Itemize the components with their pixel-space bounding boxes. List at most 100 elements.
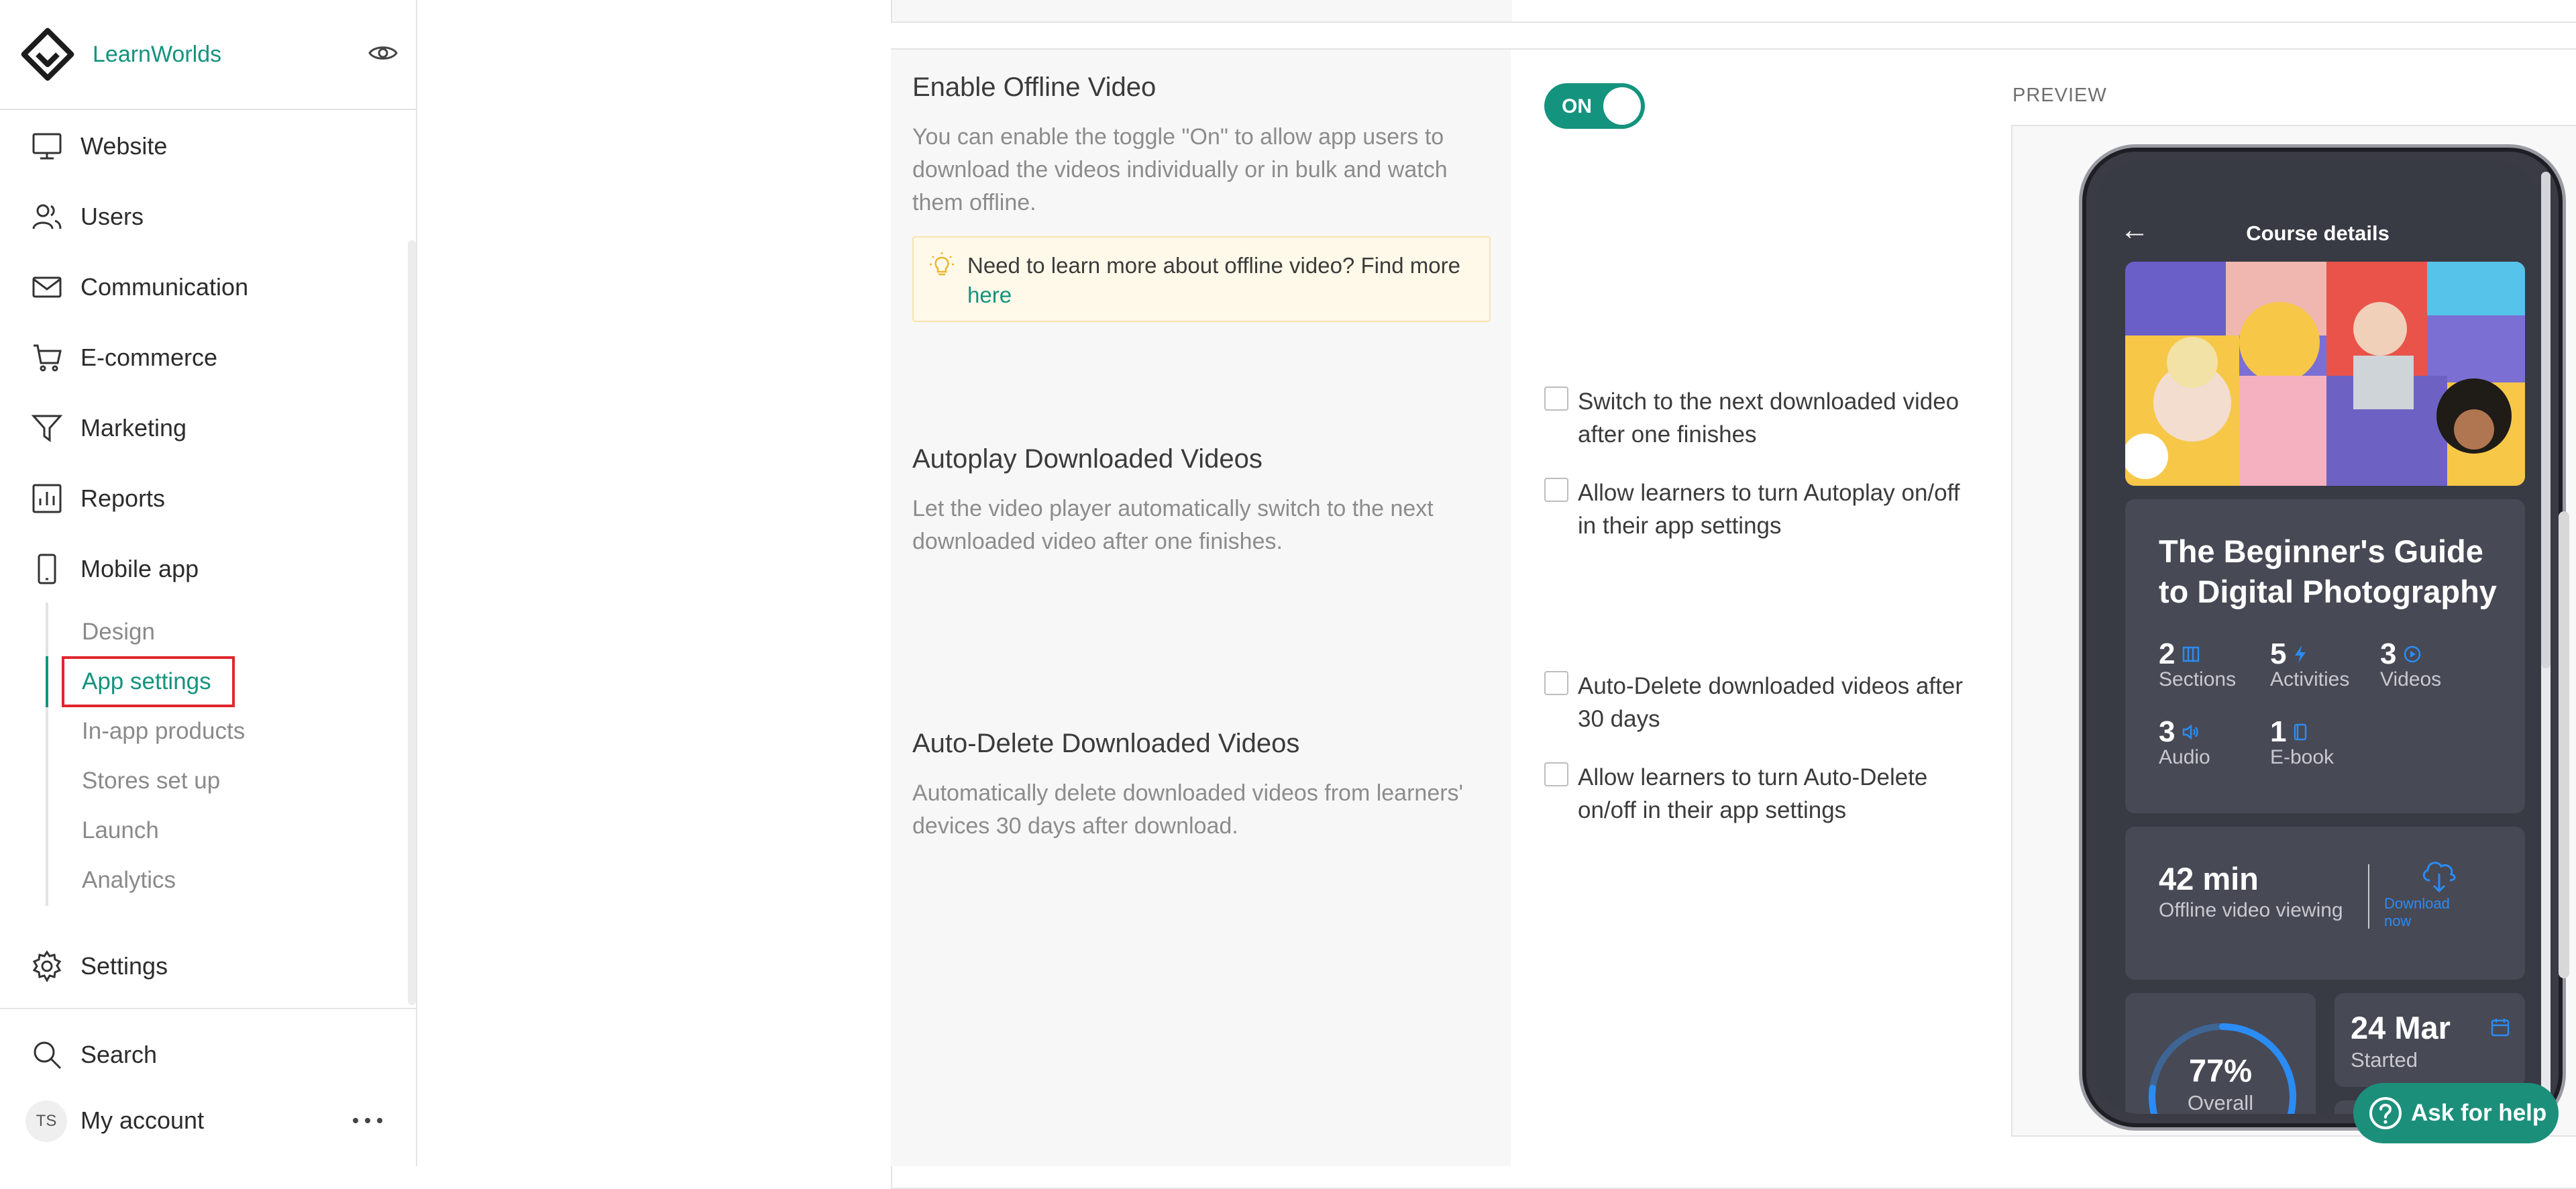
offline-tip-link[interactable]: here [967,282,1012,307]
stat-audio: 3 Audio [2159,715,2210,768]
autoplay-next-label: Switch to the next downloaded video afte… [1578,389,1960,448]
sidebar-divider [0,1008,416,1009]
toggle-state-label: ON [1562,95,1592,117]
search-label: Search [80,1041,158,1068]
course-info-card: The Beginner's Guide to Digital Photogra… [2125,499,2525,813]
offline-viewing-card: 42 min Offline video viewing Download no… [2125,827,2525,980]
toggle-knob [1603,87,1641,125]
subnav-item-design[interactable]: Design [82,612,155,652]
sidebar-item-label: Marketing [80,414,187,442]
lightbulb-icon [930,252,954,276]
autoplay-learner-toggle-checkbox[interactable] [1544,478,1568,502]
autodelete-learner-toggle-checkbox[interactable] [1544,762,1568,786]
phone-header-title: Course details [2246,221,2390,245]
sidebar-item-reports[interactable]: Reports [30,477,405,520]
subnav-track [46,603,48,906]
subnav-item-in-app-products[interactable]: In-app products [82,711,245,752]
offline-tip-text: Need to learn more about offline video? … [967,253,1460,307]
sidebar-item-website[interactable]: Website [30,125,405,168]
sidebar: LearnWorlds Website Users Communication … [0,0,417,1166]
sidebar-item-settings[interactable]: Settings [30,945,405,988]
subnav-item-launch[interactable]: Launch [82,811,159,851]
autodelete-description: Automatically delete downloaded videos f… [912,780,1464,839]
started-label: Started [2351,1048,2418,1072]
more-dots-icon[interactable] [349,1107,386,1134]
subnav-item-stores-set-up[interactable]: Stores set up [82,761,220,801]
my-account-label: My account [80,1106,205,1134]
stat-activities: 5 Activities [2270,637,2350,690]
page-scrollbar[interactable] [2559,511,2569,978]
autodelete-learner-toggle-label: Allow learners to turn Auto-Delete on/of… [1578,764,1928,823]
eye-icon[interactable] [368,38,398,68]
course-hero-image [2125,262,2525,486]
sidebar-item-label: Communication [80,273,249,301]
ask-for-help-label: Ask for help [2411,1100,2547,1126]
sidebar-item-mobile-app[interactable]: Mobile app [30,548,405,590]
course-title: The Beginner's Guide to Digital Photogra… [2159,533,2497,609]
progress-card: 77% Overall [2125,993,2316,1114]
help-circle-icon [2369,1097,2402,1129]
sidebar-item-communication[interactable]: Communication [30,266,405,309]
autoplay-title: Autoplay Downloaded Videos [912,444,1263,474]
offline-video-toggle[interactable]: ON [1544,83,1645,129]
sidebar-scrollbar[interactable] [408,240,416,1005]
cart-icon [30,340,64,375]
main-content: Enable Offline Video You can enable the … [417,0,2576,1189]
offline-viewing-label: Offline video viewing [2159,899,2343,921]
app-settings-highlight-box [62,656,235,707]
subnav-active-indicator [46,656,48,707]
sidebar-search[interactable]: Search [30,1033,405,1076]
smartphone-icon [30,552,64,586]
monitor-icon [30,129,64,164]
envelope-icon [30,270,64,305]
progress-percent: 77% [2188,1053,2253,1088]
progress-overall-label: Overall [2187,1091,2254,1114]
autoplay-next-checkbox[interactable] [1544,386,1568,411]
offline-title: Enable Offline Video [912,72,1157,102]
columns-icon [2183,646,2200,662]
calendar-icon [2491,1019,2510,1037]
sidebar-item-label: E-commerce [80,344,218,371]
sidebar-item-label: Mobile app [80,555,199,582]
brand[interactable]: LearnWorlds [17,24,407,85]
funnel-icon [30,411,64,446]
phone-scrollbar-thumb [2541,172,2551,668]
users-icon [30,199,64,234]
my-account[interactable]: My account [67,1099,322,1142]
stat-ebook: 1 E-book [2270,715,2334,768]
card-divider [2368,864,2369,929]
previous-section-panel [891,0,2576,23]
phone-screen: ← Course details The Beginner's Guide to… [2096,161,2540,1114]
sidebar-item-users[interactable]: Users [30,195,405,238]
stat-videos: 3 Videos [2380,637,2442,690]
autoplay-description: Let the video player automatically switc… [912,496,1434,554]
start-date: 24 Mar [2351,1010,2451,1045]
avatar[interactable]: TS [25,1100,67,1142]
speaker-icon [2183,724,2199,740]
bolt-icon [2295,645,2306,663]
subnav-item-analytics[interactable]: Analytics [82,860,176,900]
sidebar-item-label: Reports [80,484,166,512]
gear-icon [30,949,64,984]
sidebar-item-ecommerce[interactable]: E-commerce [30,336,405,379]
autoplay-learner-toggle-label: Allow learners to turn Autoplay on/off i… [1578,480,1960,539]
offline-minutes: 42 min [2159,861,2259,896]
start-date-card: 24 Mar Started [2334,993,2525,1087]
search-icon [30,1037,64,1072]
offline-description: You can enable the toggle "On" to allow … [912,124,1448,215]
sidebar-divider [0,109,416,110]
autodelete-title: Auto-Delete Downloaded Videos [912,729,1300,758]
sidebar-item-label: Users [80,203,144,230]
learnworlds-logo-icon [21,28,74,81]
sidebar-item-label: Website [80,132,168,160]
download-now-link[interactable]: Download now [2384,895,2465,930]
sidebar-item-marketing[interactable]: Marketing [30,407,405,450]
autodelete-30days-checkbox[interactable] [1544,671,1568,695]
preview-box: ← Course details The Beginner's Guide to… [2011,125,2576,1137]
sidebar-item-label: Settings [80,952,168,980]
play-circle-icon [2404,645,2421,663]
cloud-download-icon[interactable] [2419,856,2459,894]
stat-sections: 2 Sections [2159,637,2237,690]
ask-for-help-button[interactable]: Ask for help [2353,1083,2559,1143]
phone-mockup: ← Course details The Beginner's Guide to… [2082,148,2563,1127]
